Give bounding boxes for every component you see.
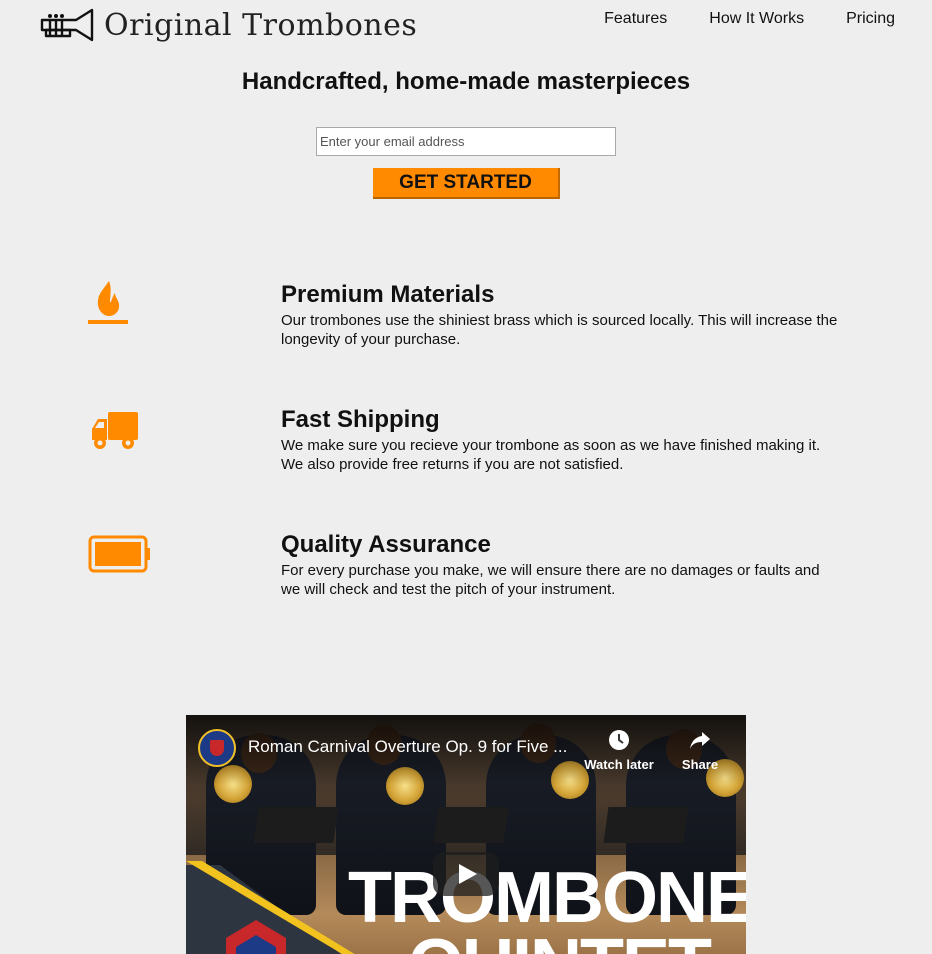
feature-quality-assurance: Quality Assurance For every purchase you… <box>0 531 932 611</box>
brand-name: Original Trombones <box>104 7 418 43</box>
battery-full-icon <box>88 535 150 573</box>
video-embed[interactable]: TROMBONE QUINTET Roman Carnival Overture… <box>186 715 746 954</box>
video-thumbnail-music-stand <box>253 807 339 843</box>
feature-title: Premium Materials <box>281 281 495 308</box>
site-header: Original Trombones Features How It Works… <box>0 0 932 52</box>
play-button[interactable] <box>433 852 499 896</box>
feature-description: For every purchase you make, we will ens… <box>281 562 820 598</box>
feature-description: We make sure you recieve your trombone a… <box>281 437 821 473</box>
clock-icon <box>609 730 629 750</box>
nav-link-how-it-works[interactable]: How It Works <box>709 10 804 28</box>
brand-logo[interactable]: Original Trombones <box>40 7 417 43</box>
video-thumbnail-music-stand <box>433 807 509 843</box>
trumpet-icon <box>40 8 94 42</box>
feature-fast-shipping: Fast Shipping We make sure you recieve y… <box>0 406 932 486</box>
feature-title: Quality Assurance <box>281 531 491 558</box>
email-input[interactable] <box>316 127 616 156</box>
video-thumbnail-title-line1: TROMBONE <box>348 858 746 938</box>
feature-description: Our trombones use the shiniest brass whi… <box>281 312 838 348</box>
video-thumbnail-title-line2: QUINTET <box>408 929 712 954</box>
watch-later-button[interactable]: Watch later <box>584 729 654 772</box>
share-arrow-icon <box>690 732 710 749</box>
video-title[interactable]: Roman Carnival Overture Op. 9 for Five .… <box>248 737 578 757</box>
nav-link-features[interactable]: Features <box>604 10 667 28</box>
main-nav: Features How It Works Pricing <box>604 10 895 28</box>
channel-avatar[interactable] <box>198 729 236 767</box>
video-thumbnail-music-stand <box>603 807 689 843</box>
nav-link-pricing[interactable]: Pricing <box>846 10 895 28</box>
share-button[interactable]: Share <box>665 729 735 772</box>
get-started-button[interactable]: GET STARTED <box>373 168 560 199</box>
feature-premium-materials: Premium Materials Our trombones use the … <box>0 281 932 361</box>
watch-later-label: Watch later <box>584 757 654 772</box>
fire-icon <box>88 281 128 324</box>
truck-icon <box>92 412 138 449</box>
feature-title: Fast Shipping <box>281 406 440 433</box>
share-label: Share <box>681 757 719 772</box>
hero-title: Handcrafted, home-made masterpieces <box>241 68 691 95</box>
